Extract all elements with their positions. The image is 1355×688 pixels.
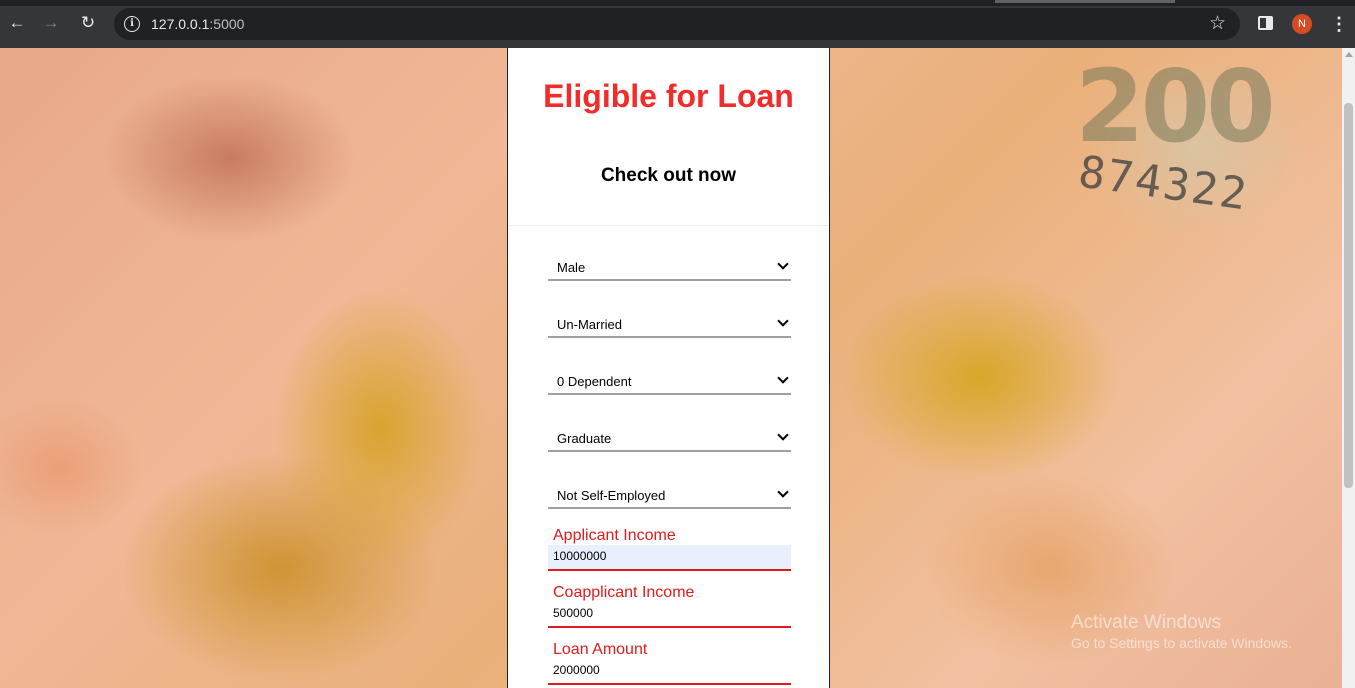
- marital-status-select[interactable]: Un-Married: [548, 312, 791, 338]
- coapplicant-income-label: Coapplicant Income: [553, 584, 695, 601]
- self-employed-select-value: Not Self-Employed: [557, 488, 666, 503]
- education-select[interactable]: Graduate: [548, 426, 791, 452]
- scroll-thumb[interactable]: [1344, 103, 1353, 488]
- url-port: :5000: [209, 16, 245, 32]
- applicant-income-label: Applicant Income: [553, 527, 676, 544]
- address-bar[interactable]: i 127.0.0.1:5000 ☆: [114, 8, 1240, 40]
- url-text[interactable]: 127.0.0.1:5000: [151, 16, 244, 32]
- profile-avatar[interactable]: N: [1292, 14, 1312, 34]
- browser-toolbar: ← → ↻ i 127.0.0.1:5000 ☆ N ⋮: [0, 0, 1355, 48]
- chevron-down-icon: [777, 486, 789, 498]
- self-employed-select[interactable]: Not Self-Employed: [548, 483, 791, 509]
- chevron-down-icon: [777, 429, 789, 441]
- background-note-value: 200: [1075, 48, 1276, 165]
- dependents-select-value: 0 Dependent: [557, 374, 632, 389]
- divider: [508, 225, 829, 226]
- coapplicant-income-value: 500000: [553, 606, 594, 620]
- tab-indicator: [995, 0, 1175, 3]
- gender-select-value: Male: [557, 260, 586, 275]
- applicant-income-value: 10000000: [553, 549, 607, 563]
- tab-strip: [0, 0, 1355, 6]
- marital-status-select-value: Un-Married: [557, 317, 623, 332]
- back-icon[interactable]: ←: [6, 12, 28, 34]
- coapplicant-income-input[interactable]: 500000: [548, 602, 791, 628]
- education-select-value: Graduate: [557, 431, 612, 446]
- browser-menu-icon[interactable]: ⋮: [1330, 13, 1348, 35]
- scroll-up-arrow-icon[interactable]: [1345, 52, 1353, 57]
- chevron-down-icon: [777, 372, 789, 384]
- page-viewport: 200 874322 Eligible for Loan Check out n…: [0, 48, 1342, 688]
- forward-icon[interactable]: →: [40, 12, 62, 34]
- watermark-title: Activate Windows: [1071, 612, 1221, 633]
- site-info-icon[interactable]: i: [124, 16, 140, 32]
- chevron-down-icon: [777, 258, 789, 270]
- loan-amount-label: Loan Amount: [553, 641, 648, 658]
- page-subtitle: Check out now: [600, 165, 737, 186]
- url-host: 127.0.0.1: [151, 16, 210, 32]
- page-scrollbar[interactable]: [1342, 48, 1355, 688]
- reload-icon[interactable]: ↻: [77, 12, 99, 34]
- page-title: Eligible for Loan: [543, 78, 794, 114]
- bookmark-star-icon[interactable]: ☆: [1209, 13, 1226, 35]
- chevron-down-icon: [777, 315, 789, 327]
- applicant-income-input[interactable]: 10000000: [548, 545, 791, 571]
- watermark-subtitle: Go to Settings to activate Windows.: [1071, 635, 1292, 651]
- gender-select[interactable]: Male: [548, 255, 791, 281]
- loan-form-card: Eligible for Loan Check out now Male Un-…: [507, 48, 830, 688]
- side-panel-icon[interactable]: [1258, 16, 1273, 30]
- loan-amount-input[interactable]: 2000000: [548, 659, 791, 685]
- loan-amount-value: 2000000: [553, 663, 600, 677]
- dependents-select[interactable]: 0 Dependent: [548, 369, 791, 395]
- activate-windows-watermark: Activate Windows Go to Settings to activ…: [1071, 612, 1292, 652]
